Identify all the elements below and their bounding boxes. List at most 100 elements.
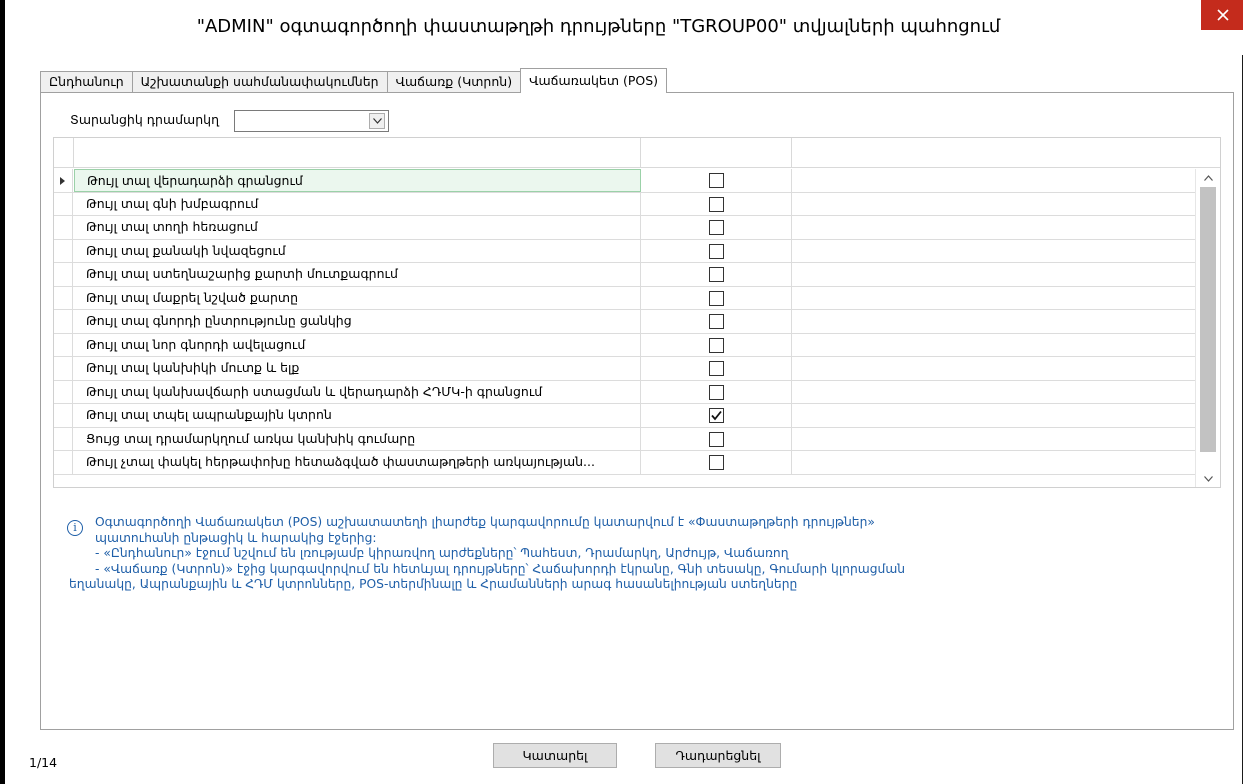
chevron-up-icon <box>1204 175 1213 181</box>
row-indicator[interactable] <box>54 357 73 380</box>
transit-cashbox-select[interactable] <box>234 110 389 132</box>
row-indicator[interactable] <box>54 404 73 427</box>
setting-checkbox[interactable] <box>709 243 724 259</box>
dropdown-button[interactable] <box>369 113 385 129</box>
grid-header-setting[interactable] <box>74 138 641 168</box>
window-title: "ADMIN" oգտագործողի փաստաթղթի դրույթները… <box>196 16 1001 37</box>
setting-value-cell[interactable] <box>641 380 792 403</box>
table-row[interactable]: Թույլ տալ գնորդի ընտրությունը ցանկից <box>54 310 1195 334</box>
setting-value-cell[interactable] <box>641 169 792 192</box>
row-indicator[interactable] <box>54 263 73 286</box>
row-indicator[interactable] <box>54 169 73 192</box>
setting-label[interactable]: Թույլ չտալ փակել հերթափոխը հետաձգված փաս… <box>74 451 641 474</box>
table-row[interactable]: Ցույց տալ դրամարկղում առկա կանխիկ գումար… <box>54 427 1195 451</box>
table-row[interactable]: Թույլ տալ տողի հեռացում <box>54 216 1195 240</box>
setting-value-cell[interactable] <box>641 263 792 286</box>
table-row[interactable]: Թույլ տալ կանխավճարի ստացման և վերադարձի… <box>54 380 1195 404</box>
setting-value-cell[interactable] <box>641 427 792 450</box>
transit-cashbox-label: Տարանցիկ դրամարկղ <box>70 112 220 127</box>
table-row[interactable]: Թույլ տալ կանխիկի մուտք և ելք <box>54 357 1195 381</box>
setting-label[interactable]: Թույլ տալ կանխիկի մուտք և ելք <box>74 357 641 380</box>
settings-grid: Թույլ տալ վերադարձի գրանցում Թույլ տալ գն… <box>53 137 1221 488</box>
setting-checkbox[interactable] <box>709 220 724 235</box>
row-indicator[interactable] <box>54 427 73 450</box>
table-row[interactable]: Թույլ չտալ փակել հերթափոխը հետաձգված փաս… <box>54 451 1195 475</box>
setting-checkbox[interactable] <box>709 290 724 306</box>
info-line: եղանակը, Ապրանքային և ՀԴՄ կտրոնները, POS… <box>69 577 798 591</box>
setting-label[interactable]: Թույլ տալ կանխավճարի ստացման և վերադարձի… <box>74 380 641 403</box>
setting-checkbox[interactable] <box>709 337 724 353</box>
setting-label[interactable]: Թույլ տալ տողի հեռացում <box>74 216 641 239</box>
execute-button[interactable]: Կատարել <box>493 743 617 768</box>
setting-label[interactable]: Թույլ տալ տպել ապրանքային կտրոն <box>74 404 641 427</box>
record-position: 1/14 <box>29 755 58 770</box>
row-indicator[interactable] <box>54 286 73 309</box>
setting-label[interactable]: Թույլ տալ մաքրել նշված քարտը <box>74 286 641 309</box>
row-indicator[interactable] <box>54 380 73 403</box>
setting-value-cell[interactable] <box>641 216 792 239</box>
setting-label[interactable]: Թույլ տալ քանակի նվազեցում <box>74 239 641 262</box>
setting-value-cell[interactable] <box>641 239 792 262</box>
settings-window: "ADMIN" oգտագործողի փաստաթղթի դրույթները… <box>0 0 1243 784</box>
chevron-down-icon <box>1204 476 1213 482</box>
setting-label[interactable]: Թույլ տալ վերադարձի գրանցում <box>74 169 641 192</box>
current-row-arrow-icon <box>60 177 65 185</box>
tab-work-restrictions[interactable]: Աշխատանքի սահմանափակումներ <box>131 71 388 93</box>
setting-checkbox[interactable] <box>709 431 724 447</box>
grid-header-indicator <box>54 138 74 168</box>
tab-pos[interactable]: Վաճառակետ (POS) <box>520 68 668 93</box>
info-line: Oգտագործողի Վաճառակետ (POS) աշխատատեղի լ… <box>95 515 875 529</box>
grid-scrollbar[interactable] <box>1195 169 1220 487</box>
tab-general[interactable]: Ընդհանուր <box>40 71 133 93</box>
info-line: պատուհանի ընթացիկ և հարակից էջերից: <box>95 530 377 545</box>
row-indicator[interactable] <box>54 239 73 262</box>
close-button[interactable] <box>1201 0 1243 30</box>
setting-value-cell[interactable] <box>641 451 792 474</box>
grid-header <box>54 138 1220 168</box>
tab-strip: Ընդհանուր Աշխատանքի սահմանափակումներ Վաճ… <box>40 68 668 93</box>
setting-checkbox[interactable] <box>709 314 724 329</box>
setting-checkbox[interactable] <box>709 267 724 282</box>
table-row[interactable]: Թույլ տալ մաքրել նշված քարտը <box>54 286 1195 310</box>
table-row[interactable]: Թույլ տալ նոր գնորդի ավելացում <box>54 333 1195 357</box>
row-indicator[interactable] <box>54 192 73 215</box>
setting-value-cell[interactable] <box>641 286 792 309</box>
table-row[interactable]: Թույլ տալ ստեղնաշարից քարտի մուտքագրում <box>54 263 1195 287</box>
table-row[interactable]: Թույլ տալ տպել ապրանքային կտրոն <box>54 404 1195 428</box>
chevron-down-icon <box>372 118 382 124</box>
table-row[interactable]: Թույլ տալ վերադարձի գրանցում <box>54 169 1195 193</box>
close-icon <box>1217 9 1229 21</box>
setting-label[interactable]: Ցույց տալ դրամարկղում առկա կանխիկ գումար… <box>74 427 641 450</box>
title-bar: "ADMIN" oգտագործողի փաստաթղթի դրույթները… <box>10 0 1243 55</box>
setting-checkbox[interactable] <box>709 196 724 212</box>
grid-rows: Թույլ տալ վերադարձի գրանցում Թույլ տալ գն… <box>54 169 1195 475</box>
grid-header-value[interactable] <box>641 138 792 168</box>
table-row[interactable]: Թույլ տալ գնի խմբագրում <box>54 192 1195 216</box>
cancel-button[interactable]: Դադարեցնել <box>655 743 781 768</box>
scroll-thumb[interactable] <box>1200 187 1216 452</box>
row-indicator[interactable] <box>54 310 73 333</box>
setting-checkbox[interactable] <box>709 384 724 400</box>
tab-sale-receipt[interactable]: Վաճառք (Կտրոն) <box>386 71 522 93</box>
setting-checkbox[interactable] <box>709 455 724 470</box>
scroll-down-button[interactable] <box>1196 470 1220 487</box>
setting-value-cell[interactable] <box>641 310 792 333</box>
table-row[interactable]: Թույլ տալ քանակի նվազեցում <box>54 239 1195 263</box>
row-indicator[interactable] <box>54 216 73 239</box>
setting-checkbox[interactable] <box>709 408 724 423</box>
setting-value-cell[interactable] <box>641 404 792 427</box>
setting-label[interactable]: Թույլ տալ նոր գնորդի ավելացում <box>74 333 641 356</box>
info-message: Oգտագործողի Վաճառակետ (POS) աշխատատեղի լ… <box>69 515 1195 593</box>
setting-value-cell[interactable] <box>641 192 792 215</box>
setting-checkbox[interactable] <box>709 173 724 188</box>
scroll-up-button[interactable] <box>1196 169 1220 187</box>
setting-checkbox[interactable] <box>709 361 724 376</box>
info-line: - «Ընդհանուր» էջում նշվում են լռությամբ … <box>95 546 789 560</box>
setting-value-cell[interactable] <box>641 357 792 380</box>
setting-label[interactable]: Թույլ տալ գնի խմբագրում <box>74 192 641 215</box>
row-indicator[interactable] <box>54 451 73 474</box>
setting-value-cell[interactable] <box>641 333 792 356</box>
setting-label[interactable]: Թույլ տալ գնորդի ընտրությունը ցանկից <box>74 310 641 333</box>
row-indicator[interactable] <box>54 333 73 356</box>
setting-label[interactable]: Թույլ տալ ստեղնաշարից քարտի մուտքագրում <box>74 263 641 286</box>
